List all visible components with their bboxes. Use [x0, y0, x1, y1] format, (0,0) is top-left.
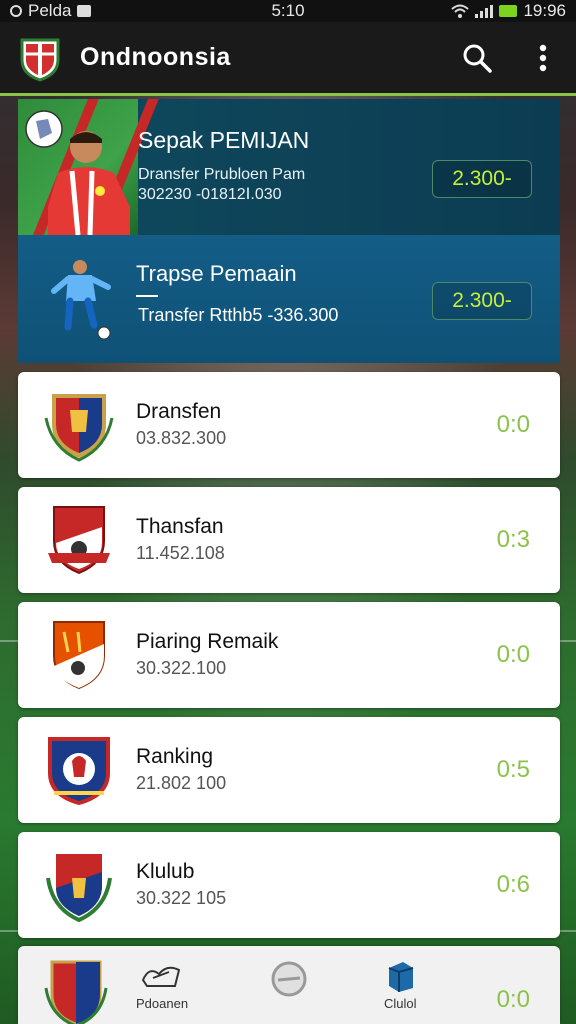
- signal-icon: [475, 4, 494, 18]
- club-crest-icon: [44, 394, 114, 462]
- nav-item-pdoanen[interactable]: Pdoanen: [136, 960, 188, 1011]
- player-image: [25, 110, 130, 235]
- ball-icon: [271, 961, 307, 997]
- wifi-icon: [451, 4, 470, 18]
- item-number: 21.802 100: [136, 773, 227, 793]
- nav-label: Clulol: [384, 996, 417, 1011]
- club-crest-icon: [46, 854, 112, 922]
- search-icon: [463, 44, 492, 73]
- item-score: 0:0: [496, 641, 530, 668]
- item-number: 30.322 105: [136, 888, 227, 908]
- player-icon: [51, 260, 111, 340]
- item-name: Piaring Remaik: [136, 630, 279, 653]
- item-number: 11.452.108: [136, 543, 225, 563]
- featured-subtitle-1: Dransfer Prubloen Pam: [138, 166, 306, 183]
- featured-value-button[interactable]: 2.300-: [432, 160, 532, 198]
- nav-item-clulol[interactable]: Clulol: [384, 960, 417, 1011]
- featured-value-button[interactable]: 2.300-: [432, 282, 532, 320]
- item-score: 0:5: [496, 756, 530, 783]
- more-options-button[interactable]: [526, 41, 560, 75]
- item-score: 0:6: [496, 871, 530, 898]
- nav-label: Pdoanen: [136, 996, 189, 1011]
- list-item[interactable]: Thansfan 11.452.108 0:3: [18, 487, 560, 593]
- bottom-nav: Pdoanen Clulol 0:0: [18, 946, 560, 1024]
- notification-icon: [10, 5, 22, 17]
- whistle-icon: [141, 966, 181, 987]
- main-list: Sepak PEMIJAN Dransfer Prubloen Pam 3022…: [18, 99, 560, 938]
- battery-time: 19:96: [523, 1, 566, 20]
- item-name: Klulub: [136, 860, 195, 883]
- battery-icon: [499, 5, 518, 17]
- list-item[interactable]: Ranking 21.802 100 0:5: [18, 717, 560, 823]
- app-title: Ondnoonsia: [80, 43, 231, 71]
- item-name: Ranking: [136, 745, 214, 768]
- featured-subtitle: Transfer Rtthb5 -336.300: [138, 305, 339, 325]
- club-crest-icon: [44, 960, 108, 1024]
- divider: [136, 295, 158, 297]
- club-crest-icon: [53, 621, 105, 690]
- featured-title: Trapse Pemaain: [136, 261, 297, 286]
- search-button[interactable]: [460, 41, 494, 75]
- featured-subtitle-2: 302230 -01812Ⅰ.030: [138, 186, 282, 203]
- item-number: 30.322.100: [136, 658, 227, 678]
- club-crest-icon: [48, 506, 110, 575]
- bottom-score: 0:0: [496, 986, 530, 1013]
- carrier-label: Pelda: [28, 1, 72, 20]
- status-bar: Pelda 5:10 19:96: [0, 0, 576, 22]
- list-item[interactable]: Klulub 30.322 105 0:6: [18, 832, 560, 938]
- item-name: Dransfen: [136, 400, 222, 423]
- clock: 5:10: [271, 1, 305, 20]
- image-icon: [77, 5, 92, 17]
- nav-item-center[interactable]: [270, 960, 308, 998]
- item-name: Thansfan: [136, 515, 224, 538]
- list-item[interactable]: Dransfen 03.832.300 0:0: [18, 372, 560, 478]
- item-score: 0:0: [496, 411, 530, 438]
- list-item[interactable]: Piaring Remaik 30.322.100 0:0: [18, 602, 560, 708]
- featured-card[interactable]: Sepak PEMIJAN Dransfer Prubloen Pam 3022…: [18, 99, 560, 235]
- app-bar: Ondnoonsia: [0, 22, 576, 96]
- item-score: 0:3: [496, 526, 530, 553]
- featured-card[interactable]: Trapse Pemaain Transfer Rtthb5 -336.300 …: [18, 235, 560, 363]
- player-photo: [18, 99, 160, 235]
- cube-icon: [388, 962, 414, 992]
- club-crest-icon: [48, 737, 110, 806]
- club-logo-icon: [20, 38, 60, 82]
- item-number: 03.832.300: [136, 428, 227, 448]
- featured-title: Sepak PEMIJAN: [138, 127, 310, 153]
- more-vert-icon: [539, 44, 547, 71]
